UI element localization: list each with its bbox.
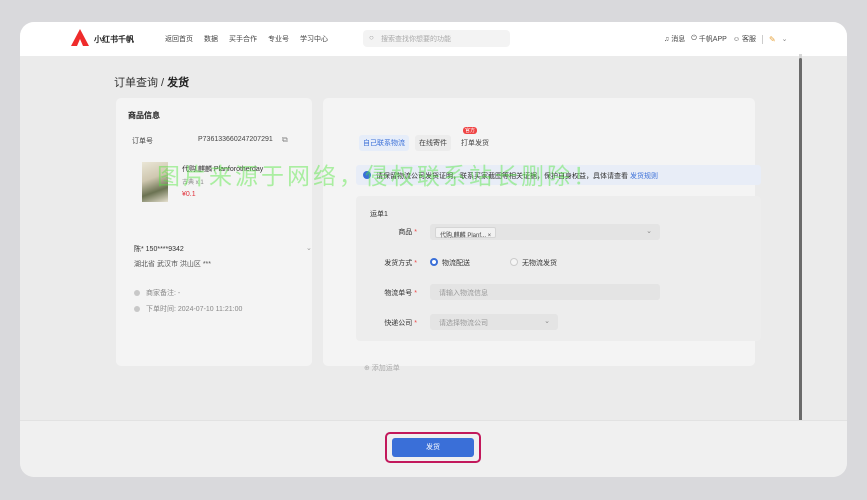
- search-box[interactable]: ○ 搜索查找你想要的功能: [363, 30, 510, 47]
- product-field-label: 商品 *: [357, 227, 417, 237]
- product-name: 代购,麒麟 Planforotherday: [182, 166, 264, 173]
- page-title: 订单查询 / 发货: [114, 74, 189, 90]
- merchant-note: 商家备注: -: [134, 288, 180, 298]
- radio-no-logistics[interactable]: 无物流发货: [510, 258, 557, 268]
- radio-checked-icon: [430, 258, 438, 266]
- radio-no-logistics-label: 无物流发货: [522, 260, 557, 267]
- product-info-panel: 商品信息 订单号 P736133660247207291 ⧉: [116, 98, 312, 366]
- info-icon: [363, 171, 371, 179]
- official-badge: 官方: [463, 127, 478, 134]
- order-number: P736133660247207291: [198, 136, 273, 143]
- copy-icon[interactable]: ⧉: [282, 135, 288, 145]
- buyer-info[interactable]: 陈* 150****9342 ⌄: [134, 244, 312, 254]
- tab-self-logistics[interactable]: 自己联系物流: [359, 135, 409, 151]
- tracking-placeholder: 请输入物流信息: [439, 290, 488, 297]
- product-spec: 古典 x 1: [182, 180, 204, 186]
- required-mark: *: [414, 320, 417, 327]
- buyer-address: 湖北省 武汉市 洪山区 ***: [134, 261, 212, 268]
- order-time-text: 下单时间: 2024-07-10 11:21:00: [146, 306, 243, 313]
- tab-print-ship-label: 打单发货: [461, 140, 489, 147]
- scrollbar-thumb[interactable]: [799, 58, 802, 442]
- bell-icon: ♫: [664, 35, 670, 43]
- nav-buyer-coop[interactable]: 买手合作: [229, 34, 257, 44]
- radio-logistics[interactable]: 物流配送: [430, 258, 470, 268]
- page-title-text: 发货: [167, 77, 190, 89]
- chevron-down-icon[interactable]: ⌄: [782, 35, 788, 43]
- required-mark: *: [414, 260, 417, 267]
- waybill-title: 运单1: [370, 211, 388, 218]
- nav-data[interactable]: 数据: [204, 34, 218, 44]
- chat-icon: ☺: [732, 35, 740, 43]
- ship-button[interactable]: 发货: [392, 438, 474, 457]
- tracking-field-text: 物流单号: [384, 290, 413, 297]
- customer-service-link[interactable]: ☺ 客服: [733, 34, 756, 44]
- brand-name[interactable]: 小红书千帆: [94, 34, 134, 45]
- divider: [761, 34, 763, 44]
- panel-heading: 商品信息: [128, 111, 160, 120]
- app-window: 小红书千帆 返回首页 数据 买手合作 专业号 学习中心 ○ 搜索查找你想要的功能…: [20, 22, 847, 477]
- courier-placeholder: 请选择物流公司: [439, 320, 488, 327]
- brand-logo-icon[interactable]: [70, 28, 90, 48]
- main-nav: 返回首页 数据 买手合作 专业号 学习中心: [165, 34, 328, 44]
- required-mark: *: [414, 229, 417, 236]
- product-field-text: 商品: [398, 229, 413, 236]
- shipping-rules-link[interactable]: 发货规则: [630, 173, 658, 180]
- product-price: ¥0.1: [182, 191, 196, 198]
- chevron-down-icon: ⌄: [646, 228, 652, 235]
- tab-online-mail[interactable]: 在线寄件: [415, 135, 451, 151]
- courier-field-label: 快递公司 *: [357, 318, 417, 328]
- shipping-tabs: 自己联系物流 在线寄件 官方打单发货: [359, 127, 493, 151]
- breadcrumb[interactable]: 订单查询 /: [114, 77, 167, 89]
- radio-logistics-label: 物流配送: [442, 260, 470, 267]
- chevron-down-icon[interactable]: ⌄: [306, 244, 312, 252]
- add-waybill-button[interactable]: ⊕ 添加运单: [364, 363, 400, 373]
- order-time: 下单时间: 2024-07-10 11:21:00: [134, 304, 242, 314]
- required-mark: *: [414, 290, 417, 297]
- merchant-note-text: 商家备注: -: [146, 290, 181, 297]
- info-alert: 请保留物流公司发货证明，联系买家截图等相关证据，保护自身权益，具体请查看 发货规…: [356, 165, 761, 185]
- app-download-link[interactable]: ⏻ 千帆APP: [691, 34, 727, 44]
- messages-label: 消息: [671, 36, 686, 43]
- tab-print-ship[interactable]: 官方 打单发货: [457, 127, 493, 151]
- search-input[interactable]: 搜索查找你想要的功能: [381, 34, 451, 44]
- nav-pro-account[interactable]: 专业号: [268, 34, 289, 44]
- chevron-down-icon: ⌄: [544, 318, 550, 325]
- messages-link[interactable]: ♫ 消息: [664, 34, 685, 44]
- top-right-actions: ♫ 消息 ⏻ 千帆APP ☺ 客服 ✎ ⌄: [664, 34, 788, 44]
- nav-learning-center[interactable]: 学习中心: [300, 34, 328, 44]
- note-icon: [134, 290, 140, 296]
- courier-field-text: 快递公司: [384, 320, 413, 327]
- product-thumbnail: [142, 162, 168, 202]
- selected-product-chip[interactable]: 代购,麒麟 Planf... ×: [435, 227, 497, 239]
- alert-message: 请保留物流公司发货证明，联系买家截图等相关证据，保护自身权益，具体请查看: [376, 173, 628, 180]
- top-nav-bar: 小红书千帆 返回首页 数据 买手合作 专业号 学习中心 ○ 搜索查找你想要的功能…: [20, 22, 847, 56]
- service-label: 客服: [741, 36, 756, 43]
- clock-icon: [134, 306, 140, 312]
- buyer-name: 陈* 150****9342: [134, 246, 184, 253]
- tracking-number-input[interactable]: 请输入物流信息: [430, 284, 660, 300]
- product-select[interactable]: 代购,麒麟 Planf... × ⌄: [430, 224, 660, 240]
- download-icon: ⏻: [691, 35, 697, 42]
- method-field-label: 发货方式 *: [357, 258, 417, 268]
- method-field-text: 发货方式: [384, 260, 413, 267]
- alert-text: 请保留物流公司发货证明，联系买家截图等相关证据，保护自身权益，具体请查看 发货规…: [376, 171, 658, 181]
- courier-select[interactable]: 请选择物流公司 ⌄: [430, 314, 558, 330]
- nav-home[interactable]: 返回首页: [165, 34, 193, 44]
- search-icon: ○: [369, 33, 374, 42]
- order-label: 订单号: [132, 138, 153, 145]
- pen-icon[interactable]: ✎: [769, 35, 776, 44]
- app-label: 千帆APP: [698, 36, 727, 43]
- tracking-field-label: 物流单号 *: [357, 288, 417, 298]
- radio-unchecked-icon: [510, 258, 518, 266]
